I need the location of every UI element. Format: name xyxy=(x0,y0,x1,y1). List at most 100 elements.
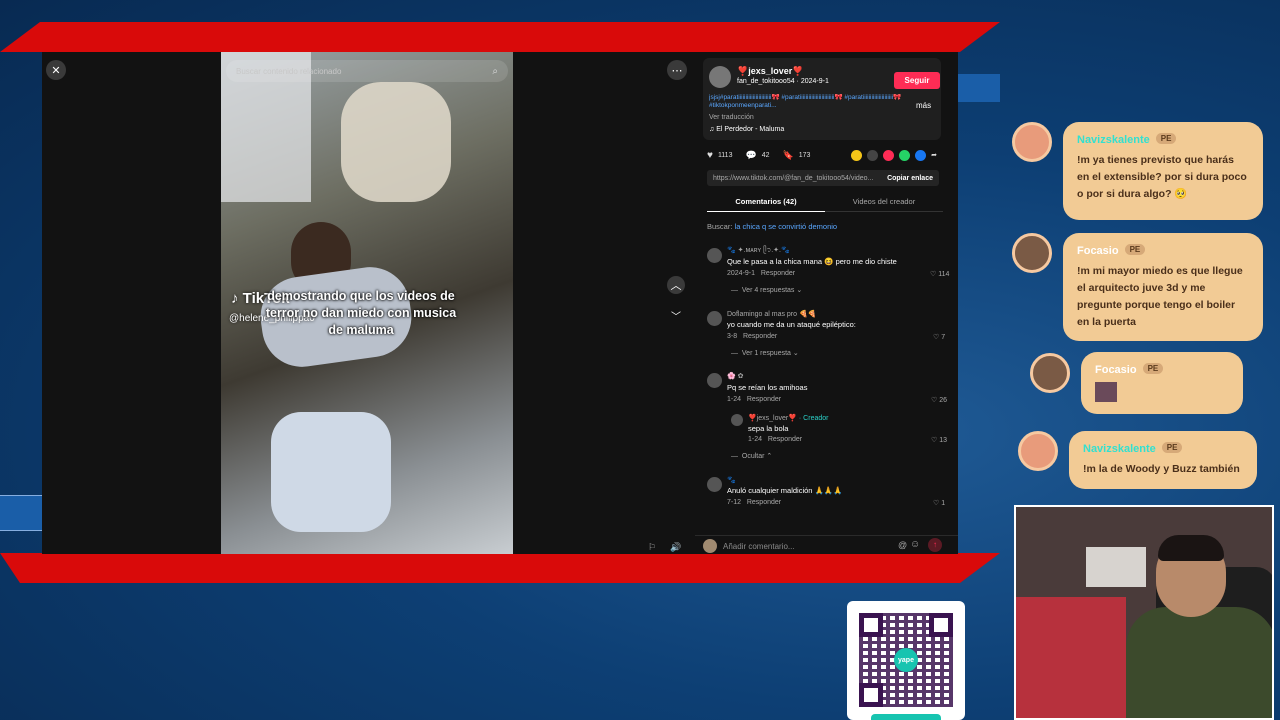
comment-user[interactable]: ❣️jexs_lover❣️ xyxy=(748,415,797,422)
more-icon[interactable]: ⋯ xyxy=(667,60,687,80)
comment-meta: 1-24 Responder xyxy=(727,396,781,403)
yape-qr-card: yape xyxy=(847,601,965,720)
comment-text: Pq se reían los amihoas xyxy=(727,383,808,392)
chat-message: Navizskalente PE !m ya tienes previsto qu… xyxy=(1063,122,1263,220)
video-player[interactable]: ♪ TikTok @helene_philippa0 demostrando q… xyxy=(221,52,513,554)
chat-text: !m la de Woody y Buzz también xyxy=(1083,463,1240,475)
embed-icon[interactable] xyxy=(867,149,879,161)
reply-link[interactable]: Responder xyxy=(747,396,781,403)
reply-link[interactable]: Responder xyxy=(768,436,802,443)
video-overlay-text: demostrando que los videos de terror no … xyxy=(265,289,457,337)
comment-likes[interactable]: ♡ 1 xyxy=(933,499,945,507)
share-icon[interactable]: ➦ xyxy=(931,151,937,159)
whatsapp-icon[interactable] xyxy=(899,149,911,161)
creator-badge: · Creador xyxy=(798,415,829,422)
music-title: El Perdedor - Maluma xyxy=(716,126,785,133)
send-comment-button[interactable]: ↑ xyxy=(928,538,942,552)
chat-username: Focasio xyxy=(1077,245,1119,257)
comment-user[interactable]: 🐾 xyxy=(727,476,736,484)
webcam-feed xyxy=(1014,505,1274,720)
suggestion-query[interactable]: la chica q se convirtió demonio xyxy=(735,222,838,231)
cam-person-hair xyxy=(1158,535,1224,561)
comment-avatar[interactable] xyxy=(707,248,722,263)
video-figure xyxy=(271,412,391,532)
bookmark-icon[interactable]: 🔖 xyxy=(783,150,794,161)
chat-avatar xyxy=(1018,431,1058,471)
chat-message: Focasio PE !m mi mayor miedo es que llegu… xyxy=(1063,233,1263,341)
search-input[interactable] xyxy=(236,66,493,76)
comment-likes[interactable]: ♡ 114 xyxy=(930,270,949,278)
comment-meta: 3-8 Responder xyxy=(727,333,777,340)
chat-sticker xyxy=(1095,382,1117,402)
comment-avatar[interactable] xyxy=(707,373,722,388)
previous-video-button[interactable]: ︿ xyxy=(667,276,685,294)
author-avatar[interactable] xyxy=(709,66,731,88)
country-badge: PE xyxy=(1124,244,1146,256)
comment-date: 3-8 xyxy=(727,333,738,340)
reply-link[interactable]: Responder xyxy=(743,333,777,340)
related-search-suggestion[interactable]: Buscar: la chica q se convirtió demonio xyxy=(707,222,837,231)
comment-user[interactable]: 🌸 ✿ xyxy=(727,372,744,380)
like-icon[interactable]: ♥ xyxy=(707,150,713,161)
comment-meta: 2024-9-1 Responder xyxy=(727,270,795,277)
tab-creator-videos[interactable]: Videos del creador xyxy=(825,194,943,212)
comment-icon[interactable]: 💬 xyxy=(745,150,756,161)
next-video-button[interactable]: ﹀ xyxy=(671,308,681,323)
related-search[interactable]: ⌕ xyxy=(226,60,508,82)
follow-button[interactable]: Seguir xyxy=(894,72,940,89)
comment-input[interactable] xyxy=(723,540,923,552)
close-icon[interactable]: ✕ xyxy=(46,60,66,80)
video-figure xyxy=(341,82,451,202)
emoji-share-icon[interactable] xyxy=(851,149,863,161)
view-replies-link[interactable]: — Ver 4 respuestas ⌄ xyxy=(731,286,802,294)
qr-finder xyxy=(929,613,953,637)
chat-text: !m ya tienes previsto que harás en el ex… xyxy=(1077,154,1247,200)
comment-avatar[interactable] xyxy=(707,477,722,492)
music-link[interactable]: ♫ El Perdedor - Maluma xyxy=(709,126,784,133)
report-icon[interactable]: ⚐ xyxy=(648,542,656,553)
emoji-icon[interactable]: ☺ xyxy=(910,539,920,550)
yape-logo: yape xyxy=(894,648,918,672)
comment-text: sepa la bola xyxy=(748,424,789,433)
reply-link[interactable]: Responder xyxy=(747,499,781,506)
comment-meta: 1-24 Responder xyxy=(748,436,802,443)
author-name[interactable]: ❣️jexs_lover❣️ xyxy=(737,66,803,77)
comment-date: 2024-9-1 xyxy=(727,270,756,277)
current-user-avatar xyxy=(703,539,717,553)
chat-username: Navizskalente xyxy=(1083,443,1156,455)
send-icon[interactable] xyxy=(883,149,895,161)
post-url[interactable]: https://www.tiktok.com/@fan_de_tokitooo5… xyxy=(713,175,873,182)
save-count: 173 xyxy=(798,151,811,159)
comment-user[interactable]: Doflamingo al mas pro 🍕🍕 xyxy=(727,310,816,318)
comment-likes[interactable]: ♡ 26 xyxy=(931,396,947,404)
chat-avatar xyxy=(1030,353,1070,393)
red-band-bottom xyxy=(0,553,1000,583)
comment-likes[interactable]: ♡ 7 xyxy=(933,333,945,341)
mention-icon[interactable]: @ xyxy=(898,540,907,550)
cam-person-body xyxy=(1126,607,1272,718)
tab-comments[interactable]: Comentarios (42) xyxy=(707,194,825,212)
qr-finder xyxy=(859,613,883,637)
author-handle-date: fan_de_tokitooo54 · 2024-9-1 xyxy=(737,78,829,85)
link-row: https://www.tiktok.com/@fan_de_tokitooo5… xyxy=(707,170,939,186)
comment-likes[interactable]: ♡ 13 xyxy=(931,436,947,444)
reply-link[interactable]: Responder xyxy=(761,270,795,277)
comment-text: Que le pasa a la chica mana 😆 pero me di… xyxy=(727,257,897,266)
reply-avatar[interactable] xyxy=(731,414,743,426)
volume-icon[interactable]: 🔊 xyxy=(670,542,681,553)
facebook-icon[interactable] xyxy=(915,149,927,161)
chat-avatar xyxy=(1012,122,1052,162)
translate-link[interactable]: Ver traducción xyxy=(709,114,754,121)
caption-more-link[interactable]: más xyxy=(916,101,931,110)
comment-panel: ❣️jexs_lover❣️ fan_de_tokitooo54 · 2024-… xyxy=(695,52,958,554)
copy-link-button[interactable]: Copiar enlace xyxy=(887,175,933,182)
hide-replies-link[interactable]: — Ocultar ⌃ xyxy=(731,452,772,460)
chat-avatar xyxy=(1012,233,1052,273)
comment-meta: 7-12 Responder xyxy=(727,499,781,506)
view-replies-link[interactable]: — Ver 1 respuesta ⌄ xyxy=(731,349,799,357)
post-caption[interactable]: jsjsj#paratiiiiiiiiiiiiiiiiiiiiiii🎀 #par… xyxy=(709,94,909,112)
cam-shelf xyxy=(1086,547,1146,587)
cam-bed xyxy=(1016,597,1126,718)
search-icon[interactable]: ⌕ xyxy=(492,66,498,77)
comment-avatar[interactable] xyxy=(707,311,722,326)
